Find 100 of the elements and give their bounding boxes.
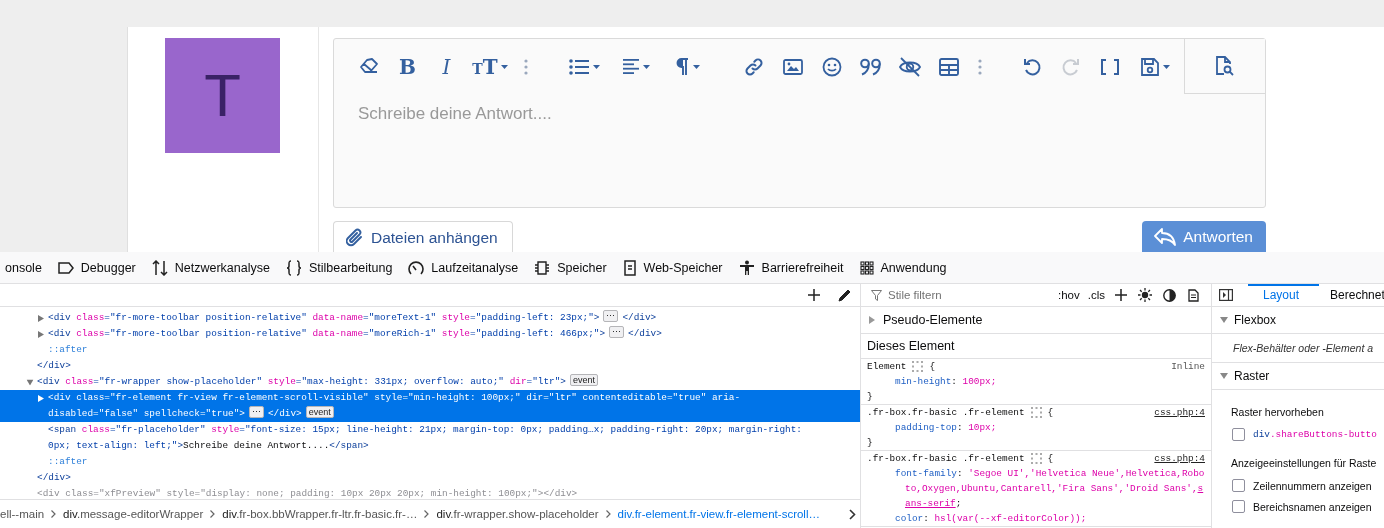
reply-arrow-icon [1154,228,1177,246]
devtools-tab[interactable]: Barrierefreiheit [730,252,852,283]
breadcrumb[interactable]: div.fr-box.bbWrapper.fr-ltr.fr-basic.fr-… [222,508,418,520]
markup-row[interactable]: ::after [0,342,860,358]
markup-row[interactable]: <span class="fr-placeholder" style="font-size: 15px; line-height: 21px; margin-top: 0px; padding…x; padding-right: 20px; margin-right: 0px; text-align: left;">Schreibe deine Antwort....</span> [0,422,860,454]
tag-icon [57,261,74,274]
devtools-tab[interactable]: Anwendung [851,252,955,283]
devtools-tab[interactable]: onsole [0,252,50,283]
undo-icon [1021,56,1042,77]
section-title[interactable]: Flexbox [1234,313,1277,327]
markup-row[interactable]: <div class="fr-element fr-view fr-element-scroll-visible" style="min-height: 100px;" dir="ltr" contenteditable="true" aria- disabled="false" spellcheck="true"> ⋯ </div> event [0,390,860,422]
vertical-dots-icon [978,58,982,75]
disclosure-triangle-icon[interactable] [1220,373,1228,379]
disclosure-triangle-icon[interactable] [38,394,44,402]
disclosure-triangle-icon[interactable] [869,316,875,324]
declaration[interactable]: padding-top: 10px; [867,420,1205,435]
checkbox[interactable] [1232,479,1245,492]
rule-source[interactable]: css.php:4 [1154,451,1205,466]
scroll-right-button[interactable] [849,508,856,520]
sidebar-tab[interactable]: Berechnet [1319,284,1384,307]
markup-code: </div> [267,407,302,421]
markup-row[interactable]: </div> [0,470,860,486]
rule-source: Inline [1171,360,1205,374]
markup-row[interactable]: <div class="xfPreview" style="display: none; padding: 10px 20px 20px; min-height: 100px;"></div> [0,486,860,499]
section-title: Pseudo-Elemente [883,313,983,327]
dark-scheme-button[interactable] [1161,286,1177,304]
smiley-icon [821,56,842,77]
markup-code: </div> [37,471,71,485]
devtools-tab[interactable]: Debugger [49,252,144,283]
declaration[interactable]: color: hsl(var(--xf-editorColor)); [867,511,1205,526]
sidebar-toggle-button[interactable] [1218,286,1234,304]
document-icon [1187,288,1199,302]
markup-badge[interactable]: ⋯ [609,326,625,338]
markup-badge[interactable]: ⋯ [603,310,619,322]
text-size-button[interactable]: TT [467,50,513,83]
document-search-icon [1215,56,1235,76]
caret-icon [693,64,700,69]
add-node-button[interactable] [806,286,822,304]
section-title[interactable]: Raster [1234,369,1270,383]
pseudo-elements-header[interactable]: Pseudo-Elemente [861,307,1211,334]
markup-badge[interactable]: ⋯ [248,406,264,418]
chevron-icon [424,510,430,518]
markup-row[interactable]: ::after [0,454,860,470]
markup-row[interactable]: <div class="fr-wrapper show-placeholder" style="max-height: 331px; overflow: auto;" dir="ltr"> event [0,374,860,390]
classes-button[interactable]: .cls [1087,289,1105,301]
hover-state-button[interactable]: :hov [1058,289,1080,301]
disclosure-triangle-icon[interactable] [1220,317,1228,323]
markup-code: <div class="fr-wrapper show-placeholder" style="max-height: 331px; overflow: auto;" dir="ltr"> [37,375,566,389]
disclosure-triangle-icon[interactable] [38,314,44,322]
disclosure-triangle-icon[interactable] [38,330,44,338]
breadcrumb[interactable]: div.message-editorWrapper [63,508,204,520]
markup-code: </div> [622,311,657,325]
breadcrumb[interactable]: div.fr-wrapper.show-placeholder [436,508,599,520]
markup-badge[interactable]: event [569,374,598,386]
italic-button[interactable]: I [428,50,465,83]
markup-code: disabled="false" spellcheck="true"> [48,407,245,421]
chevron-right-icon [849,508,856,520]
checkbox-label: Bereichsnamen anzeigen [1253,500,1372,513]
markup-code: 0px; text-align: left;">Schreibe deine Antwort....</span> [48,439,369,453]
markup-row[interactable]: <div class="fr-more-toolbar position-relative" data-name="moreRich-1" style="padding-left: 466px;"> ⋯ </div> [0,326,860,342]
devtools-tab[interactable]: Stilbearbeitung [277,252,401,283]
markup-row[interactable]: <div class="fr-more-toolbar position-relative" data-name="moreText-1" style="padding-left: 23px;"> ⋯ </div> [0,310,860,326]
align-left-icon [622,59,639,74]
filter-styles-field[interactable]: Stile filtern [886,288,1030,302]
plus-icon [1115,289,1127,301]
grid-dots-icon [859,260,874,275]
light-scheme-button[interactable] [1137,286,1153,304]
image-icon [782,58,803,75]
devtools-tab[interactable]: Speicher [526,252,615,283]
caret-icon [500,64,508,69]
braces-icon [285,259,302,276]
attach-files-button[interactable]: Dateien anhängen [333,221,513,252]
checkbox[interactable] [1232,500,1245,513]
devtools-tab[interactable]: Netzwerkanalyse [143,252,278,283]
checkbox[interactable] [1232,428,1245,441]
eye-slash-icon [897,56,922,77]
declaration[interactable]: font-family: 'Segoe UI','Helvetica Neue',Helvetica,Roboto,Oxygen,Ubuntu,Cantarell,'Fira Sans','Droid Sans',sans-serif; [867,466,1205,511]
devtools-tab[interactable]: Laufzeitanalyse [400,252,527,283]
rule-source[interactable]: css.php:4 [1154,405,1205,420]
markup-row[interactable]: </div> [0,358,860,374]
bold-button[interactable]: B [389,50,426,83]
breadcrumb[interactable]: div.fr-element.fr-view.fr-element-scroll… [617,508,820,520]
brackets-icon [1100,58,1119,75]
add-rule-button[interactable] [1113,286,1129,304]
table-icon [938,57,959,76]
disclosure-triangle-icon[interactable] [26,379,34,385]
markup-badge[interactable]: event [305,406,334,418]
sidebar-tab[interactable]: Layout [1248,284,1320,307]
sun-icon [1138,288,1152,302]
subsection-title: Raster hervorheben [1231,405,1325,420]
brace: } [867,436,874,450]
devtools-tab[interactable]: Web-Speicher [614,252,731,283]
brace: } [867,390,874,404]
chevron-icon [605,510,611,518]
eraser-icon [358,57,379,76]
breadcrumb[interactable]: ell--main [0,508,45,520]
up-down-arrows-icon [151,259,168,276]
filter-icon [871,289,882,301]
declaration[interactable]: min-height: 100px; [867,374,1205,389]
print-media-button[interactable] [1185,286,1201,304]
